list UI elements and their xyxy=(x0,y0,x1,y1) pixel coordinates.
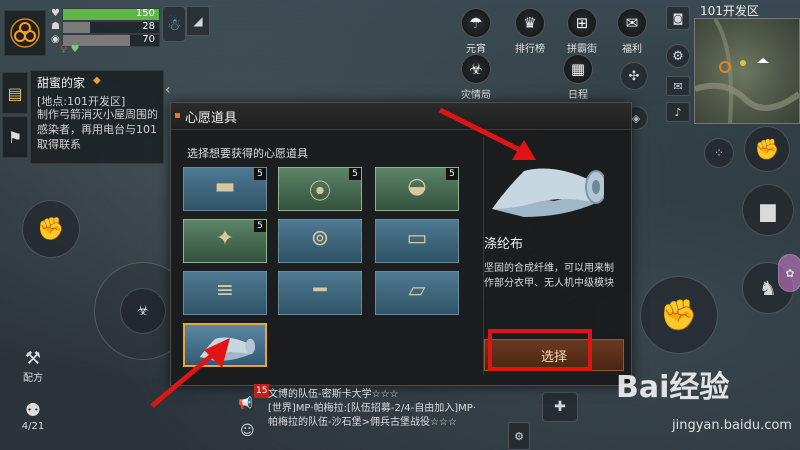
collapse-arrow-icon[interactable]: ‹ xyxy=(165,82,171,98)
item-name: 涤纶布 xyxy=(484,237,524,252)
settings-gear-icon[interactable]: ⚙ xyxy=(666,44,690,68)
top-button-cart[interactable]: ⊞ 拼霸街 xyxy=(556,8,608,55)
chat-avatar-icon: ☺ xyxy=(240,423,255,439)
watermark-brand: Bai经验 xyxy=(616,370,730,405)
top-button-calendar[interactable]: ▦ 日程 xyxy=(552,54,604,101)
minimap-location: 101开发区 xyxy=(700,4,759,18)
expand-icon[interactable]: ◢ xyxy=(186,6,210,36)
top-button-label: 排行榜 xyxy=(515,44,545,55)
lantern-icon: ☂ xyxy=(461,8,491,38)
medkit-icon[interactable]: ✚ xyxy=(542,392,578,422)
figure-icon[interactable]: ☃ xyxy=(162,6,186,42)
quest-title: 甜蜜的家 xyxy=(37,76,86,90)
weapon-pistol-icon[interactable]: ▆ xyxy=(742,184,794,236)
stat-value: 70 xyxy=(142,34,155,45)
top-button-trophy[interactable]: ♛ 排行榜 xyxy=(504,8,556,55)
quest-text: 制作弓箭消灭小屋周围的感染者，再用电台与101取得联系 xyxy=(37,108,158,151)
dialog-title: 心愿道具 xyxy=(185,111,238,126)
gift-icon: ✉ xyxy=(617,8,647,38)
top-button-gift[interactable]: ✉ 福利 xyxy=(606,8,658,55)
chat-line-1: 文博的队伍-密斯卡大学☆☆☆ xyxy=(268,389,399,400)
header-marker xyxy=(175,113,180,118)
stat-bar: ♥ 150 xyxy=(51,8,160,21)
top-button-lantern[interactable]: ☂ 元宵 xyxy=(450,8,502,55)
top-button-label: 灾情局 xyxy=(461,90,491,101)
dialog-header: 心愿道具 xyxy=(171,103,631,130)
top-button-biohazard[interactable]: ☣ 灾情局 xyxy=(450,54,502,101)
watermark-url: jingyan.baidu.com xyxy=(672,418,792,433)
wish-item-slot[interactable]: ⊚ xyxy=(278,219,362,263)
emote-balloon-icon[interactable]: ✿ xyxy=(778,254,800,292)
biohazard-icon: ☣ xyxy=(461,54,491,84)
annotation-arrow-icon xyxy=(438,107,536,160)
annotation-arrow-icon xyxy=(150,338,230,408)
heart-icon: ♥ xyxy=(51,8,60,19)
highlight-box xyxy=(488,329,592,371)
biohazard-icon xyxy=(10,18,40,48)
chat-line-2: [世界]MP·帕梅拉:[队伍招募-2/4-自由加入]MP·帕梅拉的队伍-沙石堡>… xyxy=(268,403,476,428)
wish-item-slot[interactable]: ✦ 5 xyxy=(183,219,267,263)
quest-diamond-icon: ◆ xyxy=(93,75,101,86)
craft-label: 配方 xyxy=(23,373,43,384)
chat-toggle-icon[interactable]: ⚙ xyxy=(508,422,530,450)
party-count: 4/21 xyxy=(21,421,45,432)
minimap-terrain xyxy=(694,17,800,124)
top-button-label: 元宵 xyxy=(466,44,486,55)
camera-icon[interactable]: ◙ xyxy=(666,6,690,30)
stat-fill xyxy=(63,22,90,33)
attack-button[interactable]: ✊ xyxy=(640,276,718,354)
dpad-icon[interactable]: ✣ xyxy=(620,62,648,90)
player-avatar[interactable] xyxy=(4,10,46,56)
top-button-label: 拼霸街 xyxy=(567,44,597,55)
trophy-icon: ♛ xyxy=(515,8,545,38)
item-description: 坚固的合成纤维，可以用来制作部分衣甲、无人机中级模块 xyxy=(484,263,614,289)
party-icon: ⚉ xyxy=(24,400,42,421)
wish-item-slot[interactable]: ▭ xyxy=(375,219,459,263)
stat-bar: ☗ 28 xyxy=(51,21,160,34)
item-count-badge: 5 xyxy=(349,168,361,180)
wish-item-slot[interactable]: ━ xyxy=(278,271,362,315)
top-button-label: 福利 xyxy=(622,44,642,55)
calendar-icon: ▦ xyxy=(563,54,593,84)
quest-panel[interactable]: 甜蜜的家 ◆ [地点:101开发区] 制作弓箭消灭小屋周围的感染者，再用电台与1… xyxy=(30,70,164,164)
flag-icon[interactable]: ⚑ xyxy=(2,116,28,158)
item-count-badge: 5 xyxy=(254,168,266,180)
item-icon: ≡ xyxy=(215,278,235,303)
party-button[interactable]: ⚉ 4/21 xyxy=(16,400,50,432)
top-button-label: 日程 xyxy=(568,90,588,101)
wish-item-slot[interactable]: ◒ 5 xyxy=(375,167,459,211)
punch-icon[interactable]: ✊ xyxy=(744,126,790,172)
wish-item-slot[interactable]: ▬ 5 xyxy=(183,167,267,211)
chat-panel[interactable]: 15 📢 ☺ 文博的队伍-密斯卡大学☆☆☆ [世界]MP·帕梅拉:[队伍招募-2… xyxy=(236,384,486,450)
menu-grid-icon[interactable]: ⁘ xyxy=(704,138,734,168)
item-icon: ▱ xyxy=(408,278,426,303)
cart-icon: ⊞ xyxy=(567,8,597,38)
sound-icon[interactable]: ♪ xyxy=(666,102,690,122)
minimap[interactable] xyxy=(694,17,800,124)
baidu-watermark: Bai经验 jingyan.baidu.com xyxy=(612,362,800,450)
wish-item-slot[interactable]: ≡ xyxy=(183,271,267,315)
item-icon: ⊚ xyxy=(310,226,330,251)
item-icon: ▭ xyxy=(406,226,428,251)
food-icon: ☗ xyxy=(51,21,60,32)
status-icons: ♀ ♥ xyxy=(60,44,80,55)
chat-horn-icon: 📢 xyxy=(238,396,253,410)
item-icon: ━ xyxy=(313,278,327,303)
wish-item-slot[interactable]: ⦿ 5 xyxy=(278,167,362,211)
grid-label: 选择想要获得的心愿道具 xyxy=(187,147,308,160)
quest-book-icon[interactable]: ▤ xyxy=(2,72,28,114)
water-icon: ◉ xyxy=(51,34,60,45)
melee-attack-button[interactable]: ✊ xyxy=(22,200,80,258)
item-count-badge: 5 xyxy=(254,220,266,232)
craft-icon: ⚒ xyxy=(24,348,42,369)
craft-button[interactable]: ⚒ 配方 xyxy=(16,348,50,384)
stat-value: 28 xyxy=(142,21,155,32)
joystick-knob[interactable]: ☣ xyxy=(120,288,166,334)
stat-value: 150 xyxy=(135,8,155,19)
mail-icon[interactable]: ✉ xyxy=(666,76,690,96)
wish-item-slot[interactable]: ▱ xyxy=(375,271,459,315)
